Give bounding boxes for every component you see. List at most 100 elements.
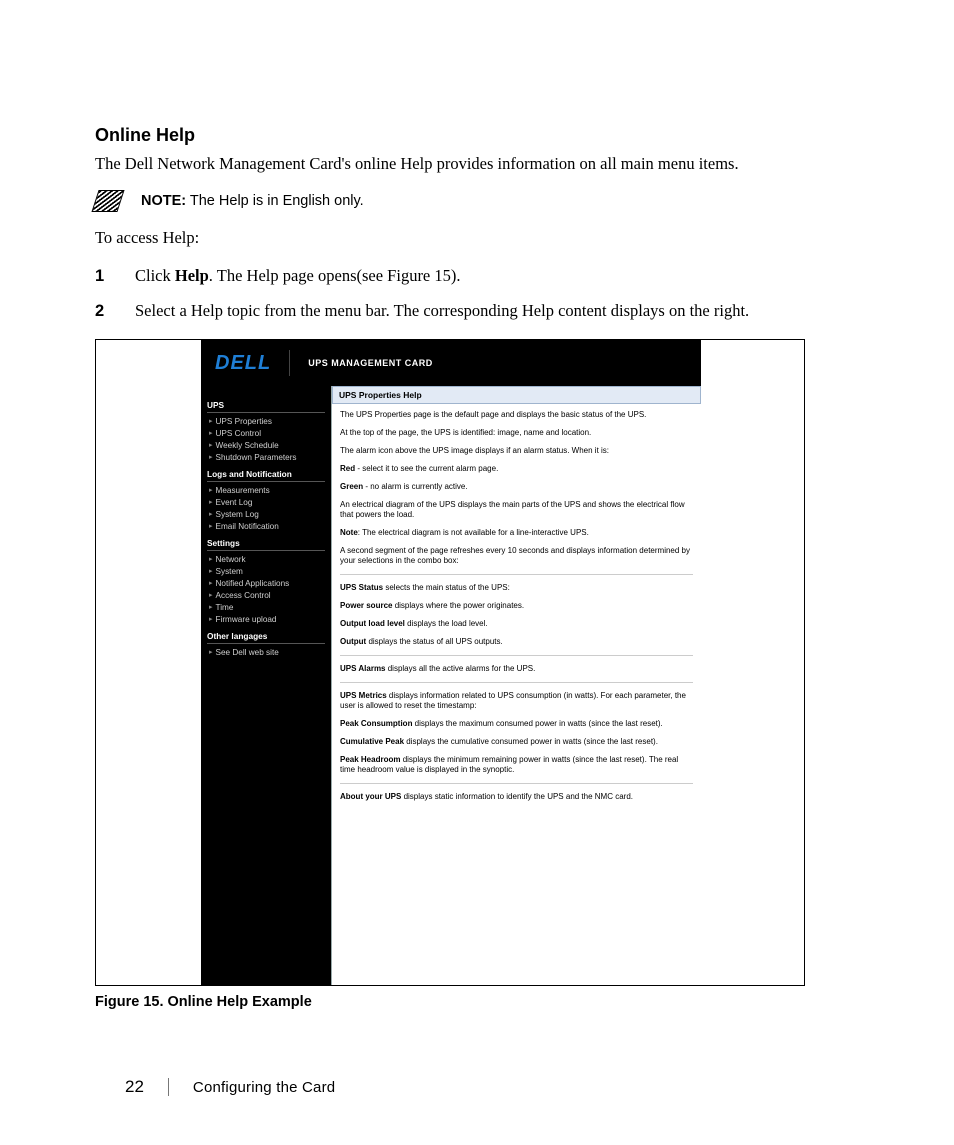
- step-number: 2: [95, 299, 111, 324]
- help-p: Green - no alarm is currently active.: [340, 482, 693, 492]
- arrow-icon: ▸: [209, 453, 213, 461]
- help-p: Power source displays where the power or…: [340, 601, 693, 611]
- sidebar-item-network[interactable]: ▸Network: [207, 553, 325, 565]
- sidebar-item-see-dell[interactable]: ▸See Dell web site: [207, 646, 325, 658]
- help-p: Output displays the status of all UPS ou…: [340, 637, 693, 647]
- help-span: displays the load level.: [405, 619, 488, 628]
- header-title: UPS MANAGEMENT CARD: [308, 358, 433, 368]
- sidebar-item-label: Firmware upload: [216, 615, 277, 624]
- help-span: displays the cumulative consumed power i…: [404, 737, 658, 746]
- divider: [340, 783, 693, 784]
- help-p: UPS Status selects the main status of th…: [340, 583, 693, 593]
- help-strong: About your UPS: [340, 792, 401, 801]
- arrow-icon: ▸: [209, 591, 213, 599]
- sidebar-item-label: Measurements: [216, 486, 270, 495]
- help-span: displays the maximum consumed power in w…: [412, 719, 662, 728]
- help-p: Output load level displays the load leve…: [340, 619, 693, 629]
- sidebar-item-access-control[interactable]: ▸Access Control: [207, 589, 325, 601]
- sidebar: UPS ▸UPS Properties ▸UPS Control ▸Weekly…: [201, 386, 331, 985]
- sidebar-item-shutdown-parameters[interactable]: ▸Shutdown Parameters: [207, 451, 325, 463]
- figure-frame: DELL UPS MANAGEMENT CARD UPS ▸UPS Proper…: [95, 339, 805, 986]
- arrow-icon: ▸: [209, 603, 213, 611]
- note-icon: [91, 190, 124, 212]
- divider: [340, 682, 693, 683]
- screenshot-header: DELL UPS MANAGEMENT CARD: [201, 340, 701, 386]
- help-p: Red - select it to see the current alarm…: [340, 464, 693, 474]
- help-strong: Cumulative Peak: [340, 737, 404, 746]
- sidebar-item-label: System: [216, 567, 243, 576]
- arrow-icon: ▸: [209, 648, 213, 656]
- help-span: displays where the power originates.: [392, 601, 524, 610]
- arrow-icon: ▸: [209, 579, 213, 587]
- help-strong: UPS Metrics: [340, 691, 387, 700]
- sidebar-item-measurements[interactable]: ▸Measurements: [207, 484, 325, 496]
- sidebar-item-event-log[interactable]: ▸Event Log: [207, 496, 325, 508]
- dell-logo: DELL: [215, 352, 271, 375]
- sidebar-group-settings: Settings: [207, 538, 325, 551]
- step1-bold: Help: [175, 266, 209, 285]
- help-span: displays the status of all UPS outputs.: [366, 637, 503, 646]
- help-span: displays information related to UPS cons…: [340, 691, 686, 710]
- access-line: To access Help:: [95, 226, 859, 250]
- sidebar-group-logs: Logs and Notification: [207, 469, 325, 482]
- note-label: NOTE:: [141, 193, 186, 209]
- step1-a: Click: [135, 266, 175, 285]
- screenshot: DELL UPS MANAGEMENT CARD UPS ▸UPS Proper…: [201, 340, 701, 985]
- help-p: Peak Headroom displays the minimum remai…: [340, 755, 693, 775]
- sidebar-item-label: See Dell web site: [216, 648, 279, 657]
- figure-caption: Figure 15. Online Help Example: [95, 994, 859, 1010]
- sidebar-item-weekly-schedule[interactable]: ▸Weekly Schedule: [207, 439, 325, 451]
- steps-list: 1 Click Help. The Help page opens(see Fi…: [95, 264, 859, 324]
- help-p: Cumulative Peak displays the cumulative …: [340, 737, 693, 747]
- section-title: Online Help: [95, 125, 859, 146]
- help-p: The UPS Properties page is the default p…: [340, 410, 693, 420]
- page-number: 22: [125, 1077, 144, 1097]
- intro-paragraph: The Dell Network Management Card's onlin…: [95, 152, 859, 176]
- arrow-icon: ▸: [209, 498, 213, 506]
- help-strong: Peak Headroom: [340, 755, 400, 764]
- help-strong: UPS Alarms: [340, 664, 386, 673]
- sidebar-item-notified-applications[interactable]: ▸Notified Applications: [207, 577, 325, 589]
- screenshot-body: UPS ▸UPS Properties ▸UPS Control ▸Weekly…: [201, 386, 701, 985]
- sidebar-item-system-log[interactable]: ▸System Log: [207, 508, 325, 520]
- sidebar-item-ups-control[interactable]: ▸UPS Control: [207, 427, 325, 439]
- help-span: - no alarm is currently active.: [363, 482, 467, 491]
- help-strong: Output load level: [340, 619, 405, 628]
- divider: [340, 574, 693, 575]
- step-1: 1 Click Help. The Help page opens(see Fi…: [95, 264, 859, 289]
- sidebar-item-label: Notified Applications: [216, 579, 290, 588]
- sidebar-item-label: UPS Control: [216, 429, 262, 438]
- sidebar-item-system[interactable]: ▸System: [207, 565, 325, 577]
- help-p: UPS Alarms displays all the active alarm…: [340, 664, 693, 674]
- help-p: The alarm icon above the UPS image displ…: [340, 446, 693, 456]
- note-row: NOTE: The Help is in English only.: [95, 190, 859, 212]
- arrow-icon: ▸: [209, 486, 213, 494]
- help-strong: Red: [340, 464, 355, 473]
- help-p: A second segment of the page refreshes e…: [340, 546, 693, 566]
- help-p: About your UPS displays static informati…: [340, 792, 693, 802]
- help-strong: Note: [340, 528, 358, 537]
- arrow-icon: ▸: [209, 510, 213, 518]
- help-p: An electrical diagram of the UPS display…: [340, 500, 693, 520]
- help-p: UPS Metrics displays information related…: [340, 691, 693, 711]
- page-footer: 22 Configuring the Card: [125, 1077, 335, 1097]
- help-content-title: UPS Properties Help: [332, 386, 701, 404]
- note-body: The Help is in English only.: [190, 193, 364, 209]
- sidebar-item-time[interactable]: ▸Time: [207, 601, 325, 613]
- sidebar-item-label: Email Notification: [216, 522, 279, 531]
- arrow-icon: ▸: [209, 567, 213, 575]
- footer-separator: [168, 1078, 169, 1096]
- sidebar-item-label: Event Log: [216, 498, 253, 507]
- step-2: 2 Select a Help topic from the menu bar.…: [95, 299, 859, 324]
- sidebar-item-ups-properties[interactable]: ▸UPS Properties: [207, 415, 325, 427]
- note-text: NOTE: The Help is in English only.: [141, 193, 364, 209]
- step1-b: . The Help page opens(see Figure 15).: [209, 266, 461, 285]
- sidebar-group-ups: UPS: [207, 400, 325, 413]
- divider: [340, 655, 693, 656]
- help-span: displays static information to identify …: [401, 792, 633, 801]
- step2-text: Select a Help topic from the menu bar. T…: [135, 299, 749, 324]
- sidebar-item-label: Network: [216, 555, 246, 564]
- sidebar-item-firmware-upload[interactable]: ▸Firmware upload: [207, 613, 325, 625]
- sidebar-group-other: Other langages: [207, 631, 325, 644]
- sidebar-item-email-notification[interactable]: ▸Email Notification: [207, 520, 325, 532]
